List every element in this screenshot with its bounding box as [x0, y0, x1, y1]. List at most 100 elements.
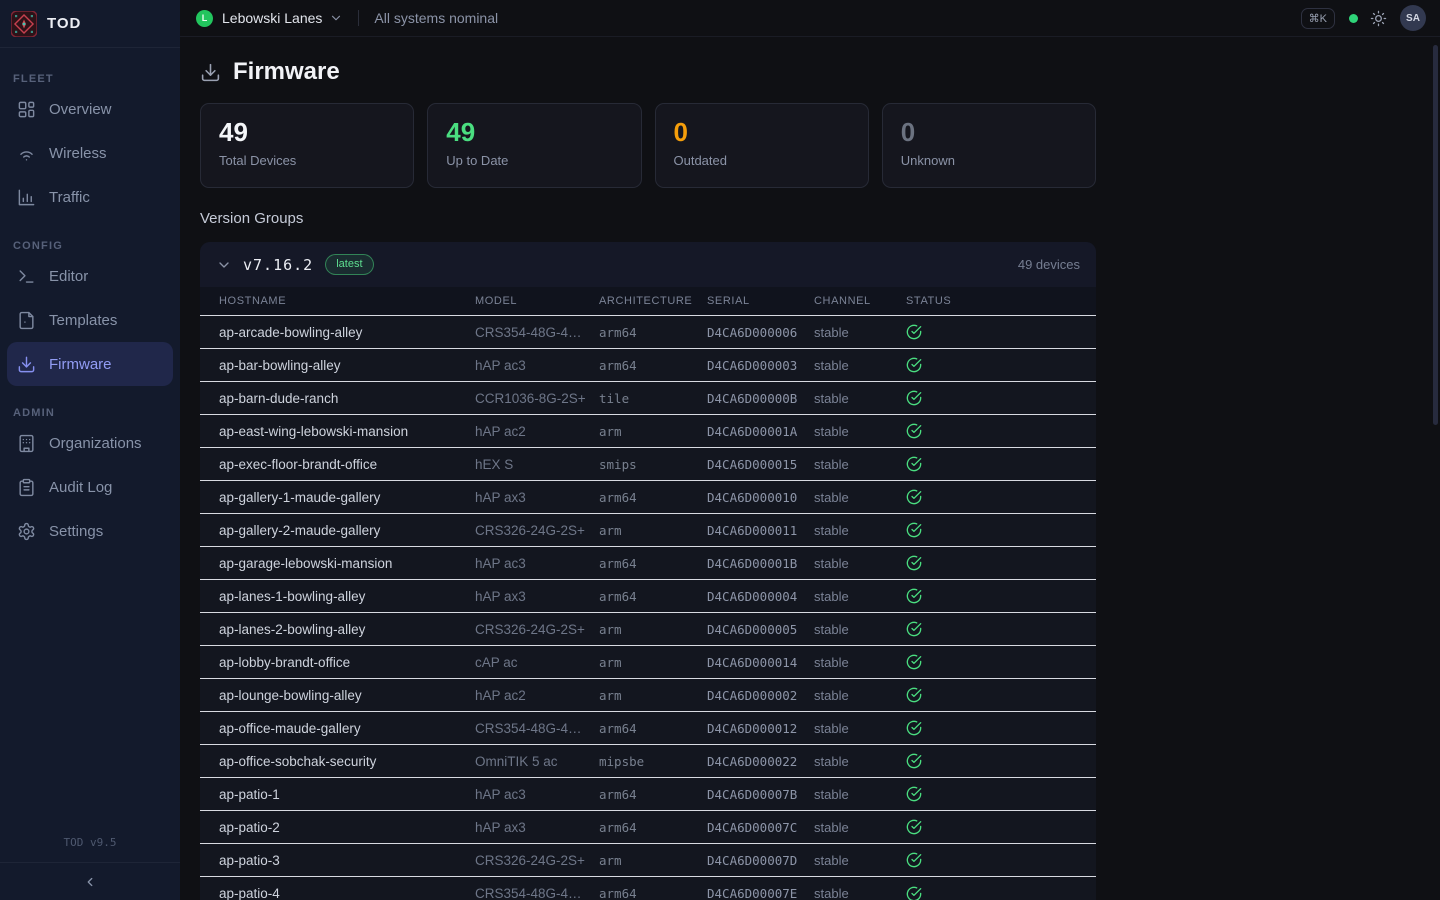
- check-circle-icon: [906, 852, 922, 868]
- device-serial: D4CA6D00007C: [707, 820, 814, 835]
- sidebar-item-overview[interactable]: Overview: [7, 87, 173, 131]
- device-serial: D4CA6D000014: [707, 655, 814, 670]
- table-row[interactable]: ap-gallery-2-maude-gallery CRS326-24G-2S…: [200, 514, 1096, 547]
- download-icon: [200, 62, 221, 83]
- device-serial: D4CA6D000010: [707, 490, 814, 505]
- stat-value: 0: [674, 117, 850, 148]
- check-circle-icon: [906, 489, 922, 505]
- stat-label: Unknown: [901, 153, 1077, 168]
- device-architecture: arm: [599, 853, 707, 868]
- device-hostname: ap-office-sobchak-security: [219, 754, 475, 769]
- sidebar-item-editor[interactable]: Editor: [7, 254, 173, 298]
- device-channel: stable: [814, 655, 906, 670]
- device-hostname: ap-bar-bowling-alley: [219, 358, 475, 373]
- check-circle-icon: [906, 753, 922, 769]
- device-hostname: ap-garage-lebowski-mansion: [219, 556, 475, 571]
- device-hostname: ap-patio-1: [219, 787, 475, 802]
- table-row[interactable]: ap-barn-dude-ranch CCR1036-8G-2S+ tile D…: [200, 382, 1096, 415]
- table-row[interactable]: ap-bar-bowling-alley hAP ac3 arm64 D4CA6…: [200, 349, 1096, 382]
- version-number: v7.16.2: [243, 256, 313, 274]
- table-row[interactable]: ap-patio-3 CRS326-24G-2S+ arm D4CA6D0000…: [200, 844, 1096, 877]
- sidebar-item-organizations[interactable]: Organizations: [7, 421, 173, 465]
- vertical-scrollbar[interactable]: [1433, 45, 1438, 425]
- table-row[interactable]: ap-office-sobchak-security OmniTIK 5 ac …: [200, 745, 1096, 778]
- stat-label: Outdated: [674, 153, 850, 168]
- table-row[interactable]: ap-arcade-bowling-alley CRS354-48G-4S+… …: [200, 316, 1096, 349]
- health-indicator-dot: [1349, 14, 1358, 23]
- sidebar-item-label: Traffic: [49, 189, 90, 206]
- device-channel: stable: [814, 391, 906, 406]
- device-architecture: arm: [599, 622, 707, 637]
- stat-label: Total Devices: [219, 153, 395, 168]
- column-header-status: STATUS: [906, 295, 1096, 307]
- table-row[interactable]: ap-east-wing-lebowski-mansion hAP ac2 ar…: [200, 415, 1096, 448]
- device-hostname: ap-lobby-brandt-office: [219, 655, 475, 670]
- chevron-down-icon[interactable]: [329, 11, 343, 25]
- device-hostname: ap-exec-floor-brandt-office: [219, 457, 475, 472]
- device-channel: stable: [814, 523, 906, 538]
- org-switcher[interactable]: Lebowski Lanes: [222, 10, 322, 26]
- device-hostname: ap-gallery-1-maude-gallery: [219, 490, 475, 505]
- device-architecture: arm: [599, 424, 707, 439]
- table-row[interactable]: ap-lobby-brandt-office cAP ac arm D4CA6D…: [200, 646, 1096, 679]
- table-row[interactable]: ap-lounge-bowling-alley hAP ac2 arm D4CA…: [200, 679, 1096, 712]
- device-model: hAP ac3: [475, 358, 599, 373]
- topbar-divider: [358, 10, 359, 26]
- sidebar-item-audit-log[interactable]: Audit Log: [7, 465, 173, 509]
- version-group-header[interactable]: v7.16.2 latest 49 devices: [200, 242, 1096, 287]
- sidebar-item-firmware[interactable]: Firmware: [7, 342, 173, 386]
- table-row[interactable]: ap-patio-4 CRS354-48G-4S+… arm64 D4CA6D0…: [200, 877, 1096, 900]
- stat-card: 0 Outdated: [655, 103, 869, 188]
- device-architecture: arm: [599, 688, 707, 703]
- table-row[interactable]: ap-office-maude-gallery CRS354-48G-4S+… …: [200, 712, 1096, 745]
- sidebar-item-label: Overview: [49, 101, 112, 118]
- stat-value: 0: [901, 117, 1077, 148]
- device-hostname: ap-patio-4: [219, 886, 475, 900]
- device-model: CRS354-48G-4S+…: [475, 325, 599, 340]
- table-row[interactable]: ap-patio-2 hAP ax3 arm64 D4CA6D00007C st…: [200, 811, 1096, 844]
- table-row[interactable]: ap-gallery-1-maude-gallery hAP ax3 arm64…: [200, 481, 1096, 514]
- device-channel: stable: [814, 325, 906, 340]
- version-group-card: v7.16.2 latest 49 devices HOSTNAME MODEL…: [200, 242, 1096, 900]
- check-circle-icon: [906, 886, 922, 900]
- check-circle-icon: [906, 423, 922, 439]
- device-serial: D4CA6D000006: [707, 325, 814, 340]
- app-version: TOD v9.5: [0, 828, 180, 862]
- sun-icon[interactable]: [1370, 10, 1387, 27]
- sidebar-nav: FLEET Overview Wireless Traffic CONFIG E…: [0, 48, 180, 828]
- app-title: TOD: [47, 15, 81, 32]
- device-channel: stable: [814, 457, 906, 472]
- device-serial: D4CA6D000012: [707, 721, 814, 736]
- device-serial: D4CA6D00007D: [707, 853, 814, 868]
- table-row[interactable]: ap-patio-1 hAP ac3 arm64 D4CA6D00007B st…: [200, 778, 1096, 811]
- device-model: hAP ac3: [475, 787, 599, 802]
- command-palette-shortcut[interactable]: ⌘K: [1301, 8, 1335, 29]
- sidebar-item-templates[interactable]: Templates: [7, 298, 173, 342]
- check-circle-icon: [906, 819, 922, 835]
- user-avatar[interactable]: SA: [1400, 5, 1426, 31]
- sidebar-item-wireless[interactable]: Wireless: [7, 131, 173, 175]
- device-serial: D4CA6D000011: [707, 523, 814, 538]
- device-model: cAP ac: [475, 655, 599, 670]
- app-logo-icon: [11, 11, 37, 37]
- device-model: CRS326-24G-2S+: [475, 523, 599, 538]
- device-channel: stable: [814, 622, 906, 637]
- table-row[interactable]: ap-lanes-1-bowling-alley hAP ax3 arm64 D…: [200, 580, 1096, 613]
- device-serial: D4CA6D000005: [707, 622, 814, 637]
- sidebar-collapse-button[interactable]: [0, 862, 180, 900]
- table-row[interactable]: ap-lanes-2-bowling-alley CRS326-24G-2S+ …: [200, 613, 1096, 646]
- table-row[interactable]: ap-garage-lebowski-mansion hAP ac3 arm64…: [200, 547, 1096, 580]
- device-serial: D4CA6D00001A: [707, 424, 814, 439]
- device-serial: D4CA6D00007E: [707, 886, 814, 900]
- device-serial: D4CA6D00000B: [707, 391, 814, 406]
- check-circle-icon: [906, 522, 922, 538]
- sidebar-item-traffic[interactable]: Traffic: [7, 175, 173, 219]
- device-hostname: ap-office-maude-gallery: [219, 721, 475, 736]
- device-architecture: arm64: [599, 886, 707, 900]
- device-architecture: arm64: [599, 721, 707, 736]
- chevron-down-icon[interactable]: [216, 257, 232, 273]
- check-circle-icon: [906, 621, 922, 637]
- table-row[interactable]: ap-exec-floor-brandt-office hEX S smips …: [200, 448, 1096, 481]
- device-model: hAP ax3: [475, 820, 599, 835]
- sidebar-item-settings[interactable]: Settings: [7, 509, 173, 553]
